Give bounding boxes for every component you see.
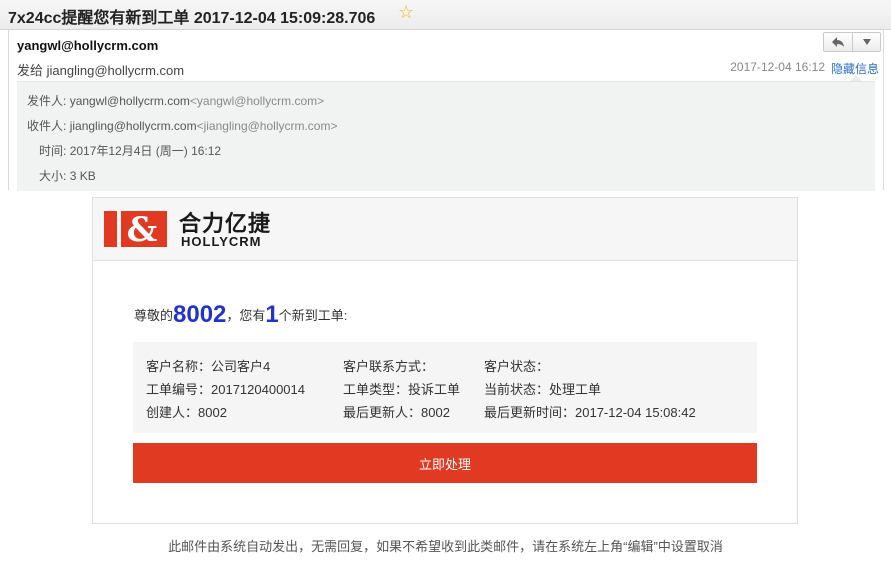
customer-contact: 客户联系方式： <box>343 359 435 374</box>
ticket-info-box: 客户名称：公司客户4 客户联系方式： 客户状态： 工单编号：2017120400… <box>133 342 757 433</box>
recipient-address-full: <jiangling@hollycrm.com> <box>196 119 338 133</box>
last-updated-by: 最后更新人：8002 <box>343 405 450 420</box>
greeting-prefix: 尊敬的 <box>134 308 174 323</box>
sender-address[interactable]: yangwl@hollycrm.com <box>70 94 190 108</box>
recipient-line: 发给 jiangling@hollycrm.com <box>17 63 185 78</box>
logo-text-en: HOLLYCRM <box>181 234 262 249</box>
reply-icon <box>832 37 844 47</box>
received-date: 2017-12-04 16:12 <box>730 60 825 74</box>
email-body-card: & 合力亿捷 HOLLYCRM 尊敬的8002，您有1个新到工单: 客户名称：公… <box>92 197 798 524</box>
recipient-label: 收件人: <box>27 119 67 133</box>
user-id: 8002 <box>173 301 227 328</box>
handle-now-button[interactable]: 立即处理 <box>133 443 757 483</box>
ticket-count: 1 <box>265 301 279 328</box>
hollycrm-logo-icon: & <box>104 211 167 247</box>
customer-status: 客户状态： <box>484 359 550 374</box>
sender-label: 发件人: <box>27 94 67 108</box>
recipient-address[interactable]: jiangling@hollycrm.com <box>70 119 197 133</box>
size-value: 3 KB <box>69 169 96 183</box>
svg-text:&: & <box>127 211 158 247</box>
email-subject-bar: 7x24cc提醒您有新到工单 2017-12-04 15:09:28.706 ☆ <box>0 0 891 30</box>
size-label: 大小: <box>39 169 67 183</box>
sender-name[interactable]: yangwl@hollycrm.com <box>17 38 158 53</box>
greeting-suffix: 个新到工单: <box>278 308 348 323</box>
reply-button[interactable] <box>824 33 852 51</box>
sender-address-full: <yangwl@hollycrm.com> <box>189 94 325 108</box>
creator: 创建人：8002 <box>146 405 227 420</box>
chevron-down-icon <box>862 39 871 45</box>
sender-row: 发件人: yangwl@hollycrm.com<yangwl@hollycrm… <box>27 92 324 109</box>
details-panel: 发件人: yangwl@hollycrm.com<yangwl@hollycrm… <box>17 81 875 191</box>
email-header: yangwl@hollycrm.com 发给 jiangling@hollycr… <box>8 30 884 191</box>
time-row: 时间: 2017年12月4日 (周一) 16:12 <box>39 142 221 159</box>
more-actions-button[interactable] <box>852 33 880 51</box>
ticket-number: 工单编号：2017120400014 <box>146 382 305 397</box>
time-label: 时间: <box>39 144 67 158</box>
email-subject: 7x24cc提醒您有新到工单 2017-12-04 15:09:28.706 <box>8 10 376 27</box>
footer-note: 此邮件由系统自动发出，无需回复，如果不希望收到此类邮件，请在系统左上角“编辑”中… <box>168 539 723 554</box>
card-header: & 合力亿捷 HOLLYCRM <box>93 198 797 261</box>
ticket-type: 工单类型：投诉工单 <box>343 382 461 397</box>
greeting-mid: ，您有 <box>226 308 266 323</box>
greeting: 尊敬的8002，您有1个新到工单: <box>134 301 347 329</box>
reply-button-group <box>823 32 881 52</box>
last-updated-time: 最后更新时间：2017-12-04 15:08:42 <box>484 405 696 420</box>
current-status: 当前状态：处理工单 <box>484 382 602 397</box>
time-value: 2017年12月4日 (周一) 16:12 <box>69 144 222 158</box>
recipient-row: 收件人: jiangling@hollycrm.com<jiangling@ho… <box>27 117 337 134</box>
size-row: 大小: 3 KB <box>39 167 96 184</box>
star-icon[interactable]: ☆ <box>398 2 414 23</box>
customer-name: 客户名称：公司客户4 <box>146 359 271 374</box>
